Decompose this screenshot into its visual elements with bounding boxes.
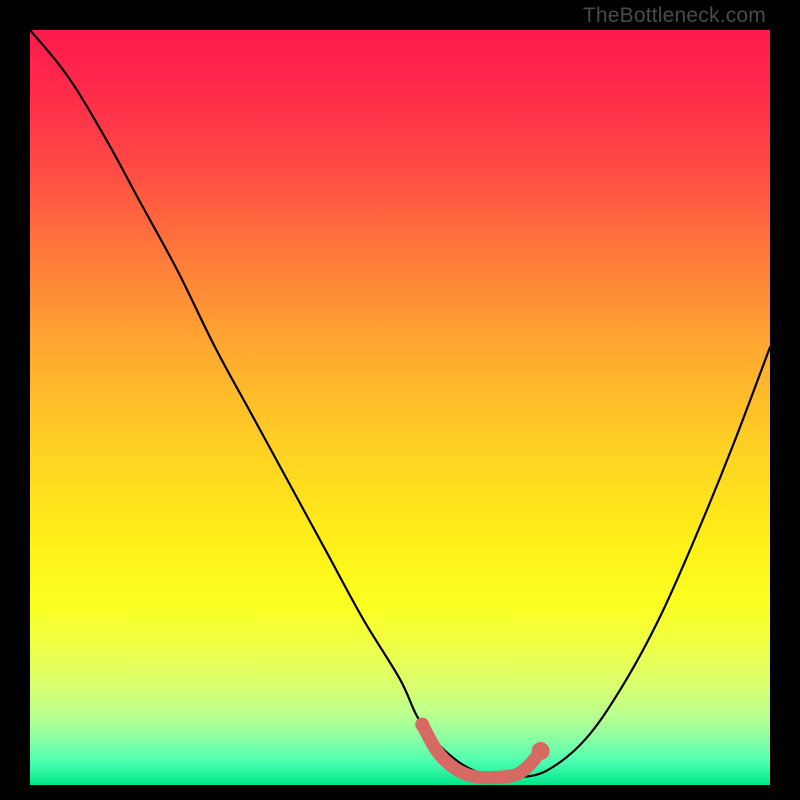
bottleneck-curve-line	[30, 30, 770, 779]
watermark-text: TheBottleneck.com	[583, 4, 766, 28]
marker-right-dot	[532, 742, 550, 760]
curve-svg	[30, 30, 770, 785]
chart-frame	[30, 30, 770, 785]
flat-zone-highlight-line	[422, 725, 540, 778]
marker-left-dot	[415, 718, 429, 732]
